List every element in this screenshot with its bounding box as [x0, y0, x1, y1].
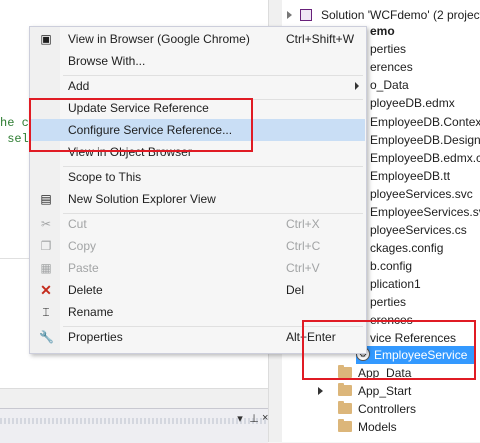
horizontal-scrollbar[interactable] [0, 388, 268, 409]
folder-icon [338, 383, 352, 396]
menu-item-label: Rename [68, 305, 114, 319]
panel-grip[interactable] [0, 418, 268, 424]
menu-item-copy[interactable]: ❐ Copy Ctrl+C [31, 235, 365, 257]
tree-item[interactable]: EmployeeServices.sv [370, 203, 480, 221]
menu-item-add[interactable]: Add [31, 75, 365, 97]
rename-icon: ⌶ [42, 305, 50, 319]
tree-item[interactable]: ployeeServices.svc [370, 185, 473, 203]
solution-icon [300, 9, 312, 21]
folder-icon [338, 401, 352, 414]
menu-item-paste[interactable]: ▦ Paste Ctrl+V [31, 257, 365, 279]
wrench-icon: 🔧 [39, 330, 54, 344]
folder-label: Controllers [358, 402, 417, 416]
tree-item[interactable]: o_Data [370, 76, 409, 94]
tree-item[interactable]: ckages.config [370, 239, 443, 257]
annotation-box-service [302, 320, 476, 380]
paste-icon: ▦ [40, 261, 52, 275]
tree-item[interactable]: erences [370, 58, 413, 76]
menu-item-label: Cut [68, 217, 87, 231]
panel-pin-icon[interactable]: ⊥ [248, 412, 260, 426]
expand-arrow-icon[interactable] [287, 11, 292, 19]
submenu-arrow-icon [355, 82, 359, 90]
code-line: he c [0, 116, 29, 130]
menu-item-label: Delete [68, 283, 103, 297]
tree-item[interactable]: ployeeDB.edmx [370, 94, 455, 112]
menu-item-view-in-browser[interactable]: ▣ View in Browser (Google Chrome) Ctrl+S… [31, 28, 365, 50]
tree-item[interactable]: EmployeeDB.edmx.c [370, 149, 480, 167]
menu-item-label: Add [68, 79, 90, 93]
menu-item-scope-to-this[interactable]: Scope to This [31, 166, 365, 188]
context-menu: ▣ View in Browser (Google Chrome) Ctrl+S… [29, 26, 367, 354]
menu-item-shortcut: Ctrl+C [286, 239, 321, 253]
copy-icon: ❐ [40, 239, 52, 253]
explorer-view-icon: ▤ [40, 192, 52, 206]
menu-item-delete[interactable]: ✕ Delete Del [31, 279, 365, 301]
tree-item[interactable]: EmployeeDB.tt [370, 167, 450, 185]
tree-item[interactable]: perties [370, 293, 406, 311]
menu-item-shortcut: Ctrl+V [286, 261, 320, 275]
menu-item-label: Scope to This [68, 170, 142, 184]
tree-item-models[interactable]: Models [318, 418, 468, 436]
scissors-icon: ✂ [40, 217, 52, 231]
menu-item-label: New Solution Explorer View [68, 192, 216, 206]
tree-item[interactable]: perties [370, 40, 406, 58]
delete-x-icon: ✕ [40, 282, 52, 298]
tree-item[interactable]: ployeeServices.cs [370, 221, 467, 239]
menu-item-label: Browse With... [68, 54, 146, 68]
tree-item[interactable]: EmployeeDB.Contex [370, 113, 480, 131]
tree-item[interactable]: emo [370, 22, 395, 40]
code-line: sel [0, 132, 29, 146]
annotation-box-configure [29, 98, 253, 152]
menu-item-shortcut: Del [286, 283, 305, 297]
menu-item-cut[interactable]: ✂ Cut Ctrl+X [31, 213, 365, 235]
menu-item-shortcut: Ctrl+X [286, 217, 320, 231]
menu-item-new-solution-explorer-view[interactable]: ▤ New Solution Explorer View [31, 188, 365, 210]
menu-item-browse-with[interactable]: Browse With... [31, 50, 365, 72]
panel-dropdown-icon[interactable]: ▾ [234, 412, 246, 426]
menu-item-label: Copy [68, 239, 97, 253]
menu-item-shortcut: Ctrl+Shift+W [286, 32, 355, 46]
expand-arrow-icon[interactable] [318, 387, 323, 395]
solution-label: Solution 'WCFdemo' (2 project [321, 8, 480, 22]
folder-label: Models [358, 420, 397, 434]
tree-item-controllers[interactable]: Controllers [318, 400, 468, 418]
folder-label: App_Start [358, 384, 412, 398]
tree-item-app-start[interactable]: App_Start [318, 382, 468, 400]
tree-item[interactable]: b.config [370, 257, 412, 275]
tree-item[interactable]: EmployeeDB.Design [370, 131, 480, 149]
bottom-tool-panel [0, 408, 268, 443]
browser-icon: ▣ [40, 32, 52, 46]
menu-item-label: View in Browser (Google Chrome) [68, 32, 250, 46]
menu-item-label: Paste [68, 261, 99, 275]
tree-item[interactable]: plication1 [370, 275, 421, 293]
menu-item-label: Properties [68, 330, 123, 344]
folder-icon [338, 419, 352, 432]
